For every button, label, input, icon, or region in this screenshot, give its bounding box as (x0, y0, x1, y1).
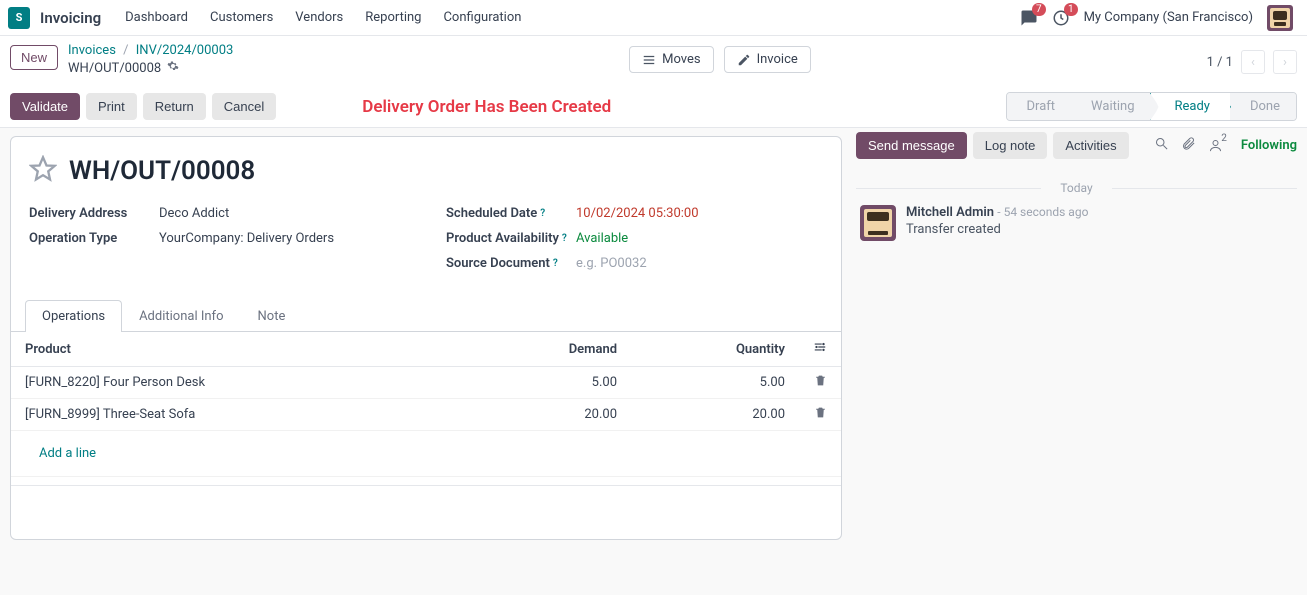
label-scheduled-date: Scheduled Date? (446, 206, 576, 221)
messages-badge: 7 (1032, 3, 1046, 16)
main-menu: Dashboard Customers Vendors Reporting Co… (125, 10, 521, 25)
moves-button[interactable]: Moves (629, 46, 714, 73)
day-separator: Today (856, 181, 1297, 195)
value-delivery-address[interactable]: Deco Addict (159, 206, 229, 221)
log-note-button[interactable]: Log note (973, 132, 1048, 159)
app-icon[interactable]: S (8, 7, 30, 29)
help-icon[interactable]: ? (562, 233, 567, 244)
star-icon[interactable] (29, 155, 57, 187)
state-done[interactable]: Done (1230, 93, 1296, 120)
tab-additional-info[interactable]: Additional Info (122, 300, 240, 332)
tab-operations[interactable]: Operations (25, 300, 122, 332)
table-row[interactable]: [FURN_8220] Four Person Desk 5.00 5.00 (11, 367, 841, 399)
activities-badge: 1 (1064, 3, 1078, 16)
print-button[interactable]: Print (86, 93, 137, 120)
pager-prev[interactable]: ‹ (1241, 50, 1265, 74)
chatter: Send message Log note Activities 2 Follo… (852, 128, 1307, 550)
cell-product[interactable]: [FURN_8999] Three-Seat Sofa (11, 399, 465, 431)
menu-dashboard[interactable]: Dashboard (125, 10, 188, 25)
form-sheet: WH/OUT/00008 Delivery Address Deco Addic… (10, 136, 842, 540)
send-message-button[interactable]: Send message (856, 132, 967, 159)
status-bar: Draft Waiting Ready Done (1006, 92, 1297, 121)
message-author[interactable]: Mitchell Admin (906, 205, 994, 220)
company-switcher[interactable]: My Company (San Francisco) (1084, 10, 1253, 25)
label-delivery-address: Delivery Address (29, 206, 159, 221)
cell-quantity[interactable]: 20.00 (631, 399, 799, 431)
menu-configuration[interactable]: Configuration (443, 10, 521, 25)
gear-icon[interactable] (167, 60, 179, 78)
value-operation-type[interactable]: YourCompany: Delivery Orders (159, 231, 334, 246)
state-waiting[interactable]: Waiting (1071, 93, 1150, 120)
messages-icon[interactable]: 7 (1020, 9, 1038, 27)
log-message: Mitchell Admin - 54 seconds ago Transfer… (856, 205, 1297, 241)
cancel-button[interactable]: Cancel (212, 93, 276, 120)
help-icon[interactable]: ? (540, 208, 545, 219)
menu-customers[interactable]: Customers (210, 10, 273, 25)
cell-demand[interactable]: 20.00 (465, 399, 631, 431)
value-scheduled-date[interactable]: 10/02/2024 05:30:00 (576, 206, 699, 221)
cell-demand[interactable]: 5.00 (465, 367, 631, 399)
edit-icon (737, 53, 751, 67)
columns-icon[interactable] (813, 343, 827, 358)
invoice-button[interactable]: Invoice (724, 46, 811, 73)
value-source-document[interactable]: e.g. PO0032 (576, 256, 647, 271)
cell-quantity[interactable]: 5.00 (631, 367, 799, 399)
table-row[interactable]: [FURN_8999] Three-Seat Sofa 20.00 20.00 (11, 399, 841, 431)
col-product[interactable]: Product (11, 332, 465, 367)
value-availability: Available (576, 231, 628, 246)
menu-vendors[interactable]: Vendors (295, 10, 343, 25)
add-line[interactable]: Add a line (25, 438, 110, 469)
follower-icon[interactable]: 2 (1208, 138, 1229, 153)
list-icon (642, 53, 656, 67)
app-name[interactable]: Invoicing (40, 9, 101, 27)
message-time: - 54 seconds ago (997, 205, 1088, 219)
activities-icon[interactable]: 1 (1052, 9, 1070, 27)
label-operation-type: Operation Type (29, 231, 159, 246)
attachment-icon[interactable] (1181, 136, 1196, 155)
operations-table: Product Demand Quantity [FURN_8220] Four… (11, 332, 841, 477)
status-message: Delivery Order Has Been Created (362, 97, 611, 117)
menu-reporting[interactable]: Reporting (365, 10, 421, 25)
activities-button[interactable]: Activities (1053, 132, 1128, 159)
return-button[interactable]: Return (143, 93, 206, 120)
user-avatar[interactable] (1267, 5, 1293, 31)
following-toggle[interactable]: Following (1241, 138, 1297, 153)
trash-icon[interactable] (814, 408, 827, 423)
label-source-document: Source Document? (446, 256, 576, 271)
crumb-record: WH/OUT/00008 (68, 60, 161, 78)
pager-text[interactable]: 1 / 1 (1207, 55, 1233, 70)
col-demand[interactable]: Demand (465, 332, 631, 367)
new-button[interactable]: New (10, 45, 58, 70)
state-ready[interactable]: Ready (1150, 92, 1231, 121)
message-body: Transfer created (906, 222, 1088, 237)
crumb-invoices[interactable]: Invoices (68, 43, 116, 58)
help-icon[interactable]: ? (553, 258, 558, 269)
label-availability: Product Availability? (446, 231, 576, 246)
tab-note[interactable]: Note (241, 300, 303, 332)
avatar[interactable] (860, 205, 896, 241)
crumb-invoice-number[interactable]: INV/2024/00003 (136, 43, 234, 58)
validate-button[interactable]: Validate (10, 93, 80, 120)
trash-icon[interactable] (814, 376, 827, 391)
record-title: WH/OUT/00008 (69, 156, 255, 186)
col-quantity[interactable]: Quantity (631, 332, 799, 367)
pager-next[interactable]: › (1273, 50, 1297, 74)
state-draft[interactable]: Draft (1007, 93, 1072, 120)
cell-product[interactable]: [FURN_8220] Four Person Desk (11, 367, 465, 399)
breadcrumb: Invoices / INV/2024/00003 (68, 42, 233, 60)
search-icon[interactable] (1154, 136, 1169, 155)
